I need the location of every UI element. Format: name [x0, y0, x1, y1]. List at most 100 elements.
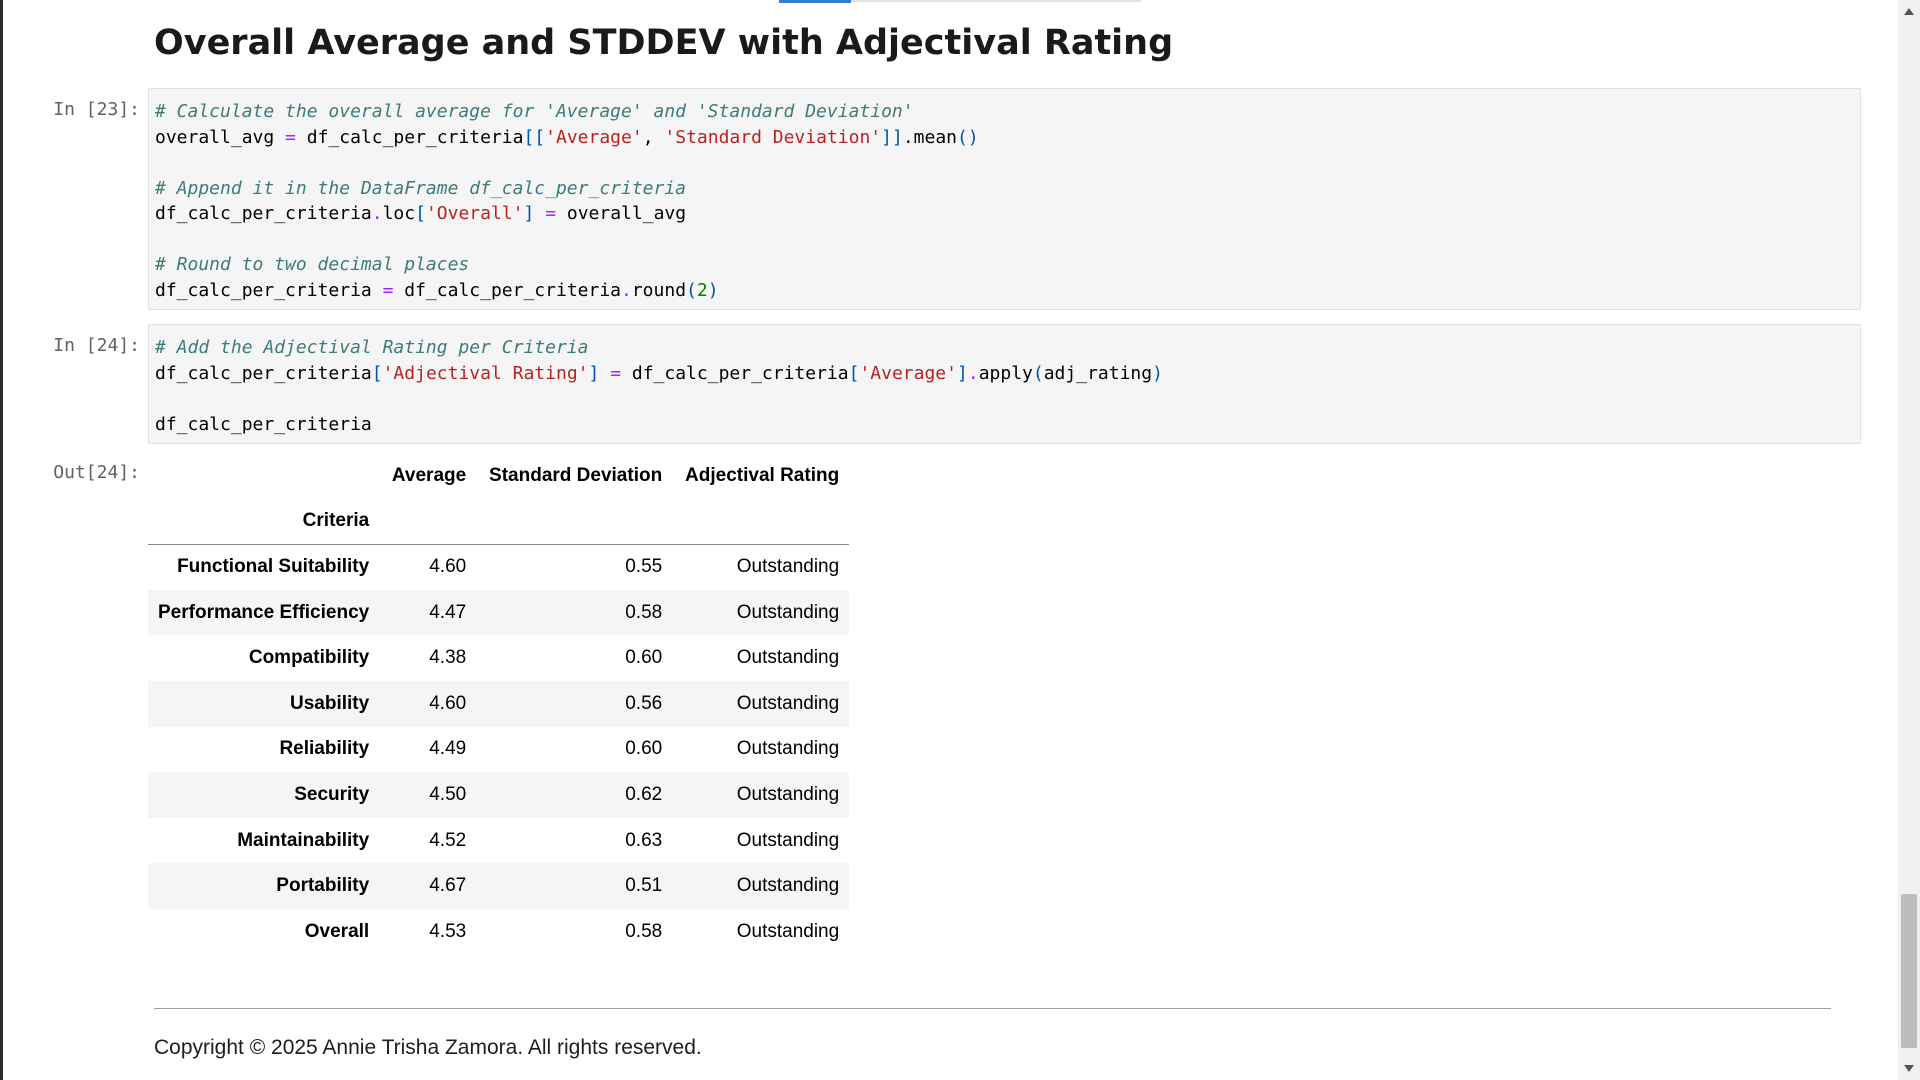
- page-title: Overall Average and STDDEV with Adjectiv…: [154, 23, 1174, 63]
- row-criteria-label: Reliability: [279, 738, 370, 760]
- chevron-up-icon[interactable]: [1904, 8, 1914, 15]
- cell-standard-deviation: 0.60: [625, 738, 663, 760]
- code-line: # Add the Adjectival Rating per Criteria: [155, 335, 1860, 361]
- index-name-row: Criteria: [148, 498, 850, 545]
- code-token: .: [371, 203, 383, 224]
- code-token: (: [686, 279, 697, 301]
- vertical-scrollbar[interactable]: [1898, 0, 1920, 1080]
- code-token: overall_avg: [556, 203, 687, 224]
- cell-standard-deviation: 0.63: [625, 829, 663, 851]
- table-row: Compatibility 4.38 0.60 Outstanding: [148, 635, 849, 681]
- cell-average: 4.52: [429, 829, 467, 851]
- table-row: Security 4.50 0.62 Outstanding: [148, 772, 850, 818]
- cell-average: 4.49: [429, 738, 467, 760]
- code-token: ]: [523, 203, 535, 224]
- cell-average: 4.60: [429, 692, 467, 714]
- code-token: ]: [957, 362, 968, 384]
- window-left-edge: [0, 0, 3, 1080]
- code-token: 2: [696, 279, 708, 301]
- column-header-standard-deviation: Standard Deviation: [489, 464, 663, 486]
- code-token: # Add the Adjectival Rating per Criteria: [155, 337, 589, 358]
- cell-adjectival-rating: Outstanding: [736, 556, 840, 578]
- table-row: Overall 4.53 0.58 Outstanding: [148, 909, 849, 955]
- cell-average: 4.53: [429, 920, 467, 942]
- cell-average: 4.50: [429, 783, 467, 805]
- code-line: # Append it in the DataFrame df_calc_per…: [155, 176, 1860, 202]
- code-token: df_calc_per_criteria: [155, 413, 372, 435]
- row-criteria-label: Security: [294, 783, 370, 805]
- index-name-blank: [672, 498, 850, 545]
- code-token: [: [848, 362, 860, 384]
- table-row: Reliability 4.49 0.60 Outstanding: [148, 727, 849, 773]
- code-token: [: [371, 362, 383, 384]
- cell-adjectival-rating: Outstanding: [736, 601, 840, 623]
- code-token: df_calc_per_criteria: [393, 279, 621, 301]
- table-header-row: Average Standard Deviation Adjectival Ra…: [148, 453, 849, 499]
- code-token: round: [631, 279, 687, 301]
- cell-standard-deviation: 0.62: [625, 783, 663, 805]
- code-token: (: [1032, 362, 1044, 384]
- cell-adjectival-rating: Outstanding: [736, 647, 840, 669]
- code-line: df_calc_per_criteria['Adjectival Rating'…: [155, 361, 1860, 387]
- code-token: 'Adjectival Rating': [382, 362, 589, 384]
- code-token: ]]: [881, 126, 903, 148]
- scrollbar-thumb[interactable]: [1901, 894, 1917, 1048]
- row-criteria-label: Usability: [290, 692, 370, 714]
- row-criteria-label: Overall: [304, 920, 370, 942]
- code-token: 'Overall': [425, 203, 524, 224]
- row-criteria-label: Performance Efficiency: [158, 601, 370, 623]
- input-prompt-24: In [24]:: [53, 335, 140, 356]
- code-token: =: [545, 203, 557, 224]
- top-tab-active-indicator[interactable]: [779, 0, 851, 3]
- code-line: df_calc_per_criteria.loc['Overall'] = ov…: [155, 201, 1860, 227]
- code-token: [: [415, 203, 426, 224]
- cell-standard-deviation: 0.55: [625, 556, 663, 578]
- code-line: # Calculate the overall average for 'Ave…: [155, 99, 1860, 125]
- cell-adjectival-rating: Outstanding: [736, 829, 840, 851]
- chevron-down-icon[interactable]: [1904, 1065, 1914, 1072]
- cell-standard-deviation: 0.56: [625, 692, 663, 714]
- cell-adjectival-rating: Outstanding: [736, 692, 840, 714]
- code-token: apply: [978, 362, 1033, 384]
- code-cell-24[interactable]: # Add the Adjectival Rating per Criteria…: [148, 324, 1861, 444]
- code-token: ,: [642, 126, 665, 148]
- cell-average: 4.60: [429, 556, 467, 578]
- code-token: # Calculate the overall average for 'Ave…: [155, 101, 914, 122]
- code-token: loc: [382, 203, 416, 224]
- cell-adjectival-rating: Outstanding: [736, 875, 840, 897]
- cell-standard-deviation: 0.60: [625, 647, 663, 669]
- index-name-criteria: Criteria: [148, 498, 380, 545]
- code-token: 'Average': [859, 362, 957, 384]
- cell-adjectival-rating: Outstanding: [736, 738, 840, 760]
- code-line: overall_avg = df_calc_per_criteria[['Ave…: [155, 125, 1860, 151]
- footer-copyright: Copyright © 2025 Annie Trisha Zamora. Al…: [154, 1036, 702, 1059]
- code-line: # Round to two decimal places: [155, 252, 1860, 278]
- header-blank: [148, 453, 379, 499]
- code-token: df_calc_per_criteria: [155, 279, 383, 301]
- code-cell-23[interactable]: # Calculate the overall average for 'Ave…: [148, 88, 1861, 310]
- table-row: Performance Efficiency 4.47 0.58 Outstandin…: [148, 589, 850, 636]
- cell-standard-deviation: 0.58: [625, 601, 663, 623]
- code-token: df_calc_per_criteria: [155, 203, 372, 224]
- output-prompt-24: Out[24]:: [53, 462, 140, 483]
- code-token: # Round to two decimal places: [155, 254, 470, 275]
- code-token: df_calc_per_criteria: [621, 362, 849, 384]
- cell-average: 4.38: [429, 647, 467, 669]
- cell-average: 4.47: [429, 601, 467, 623]
- code-token: df_calc_per_criteria: [295, 126, 524, 148]
- row-criteria-label: Compatibility: [248, 647, 370, 669]
- code-token: .: [967, 362, 979, 384]
- code-token: overall_avg: [155, 126, 286, 148]
- table-row: Maintainability 4.52 0.63 Outstanding: [148, 818, 849, 864]
- table-row: Usability 4.60 0.56 Outstanding: [148, 680, 850, 727]
- code-token: ): [707, 279, 719, 301]
- row-criteria-label: Portability: [276, 875, 370, 897]
- index-name-blank: [379, 498, 477, 545]
- cell-standard-deviation: 0.51: [625, 875, 663, 897]
- column-header-average: Average: [391, 464, 467, 486]
- code-token: 'Average': [545, 126, 643, 148]
- table-row: Portability 4.67 0.51 Outstanding: [148, 863, 850, 909]
- code-line: df_calc_per_criteria = df_calc_per_crite…: [155, 278, 1860, 304]
